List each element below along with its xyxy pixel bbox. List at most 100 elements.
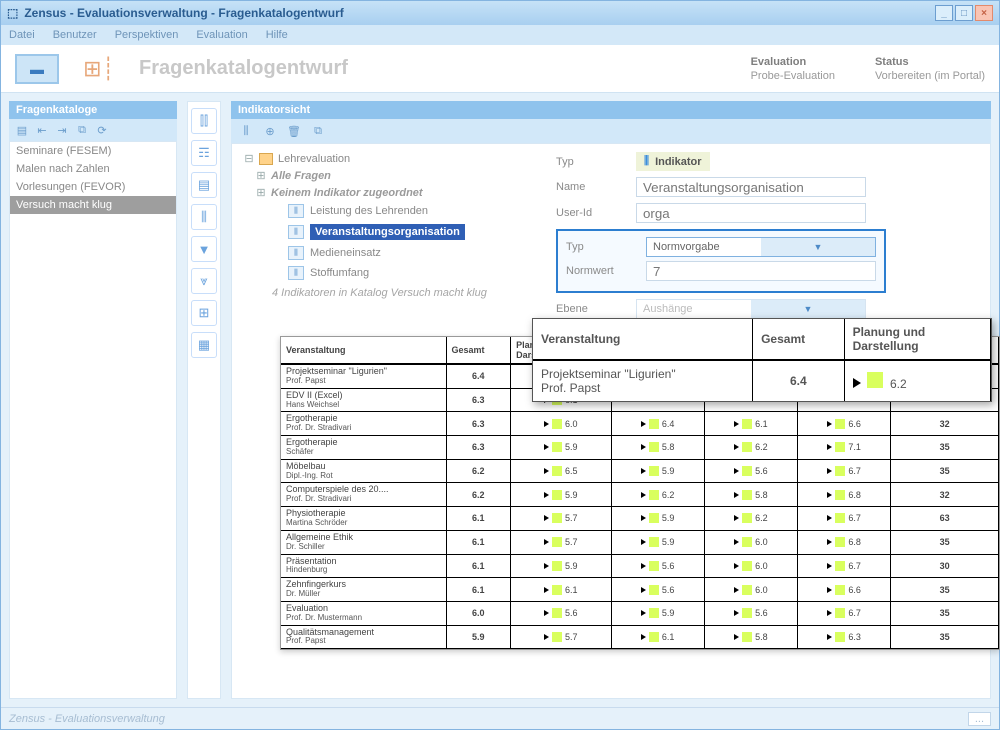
trend-arrow-icon bbox=[544, 421, 549, 427]
tree-group-none[interactable]: ⊞ Keinem Indikator zugeordnet bbox=[240, 184, 534, 201]
indicator-icon: ⫼ bbox=[288, 225, 304, 239]
strip-chart-icon[interactable]: ⫼ bbox=[191, 204, 217, 230]
table-hdr: Veranstaltung bbox=[281, 337, 446, 364]
expand-icon[interactable]: ⊞ bbox=[256, 169, 266, 182]
trend-arrow-icon bbox=[734, 610, 739, 616]
statusbar: Zensus - Evaluationsverwaltung ... bbox=[1, 707, 999, 729]
new-icon[interactable]: ▤ bbox=[15, 123, 29, 137]
color-square-icon bbox=[649, 632, 659, 642]
form-normwert-label: Normwert bbox=[566, 265, 636, 277]
catalog-item[interactable]: Vorlesungen (FEVOR) bbox=[10, 178, 176, 196]
strip-slider-icon[interactable]: ⫿⫿ bbox=[191, 108, 217, 134]
color-square-icon bbox=[552, 419, 562, 429]
strip-grid-icon[interactable]: ▦ bbox=[191, 332, 217, 358]
meta-status-value: Vorbereiten (im Portal) bbox=[875, 70, 985, 82]
trend-arrow-icon bbox=[827, 421, 832, 427]
indicator-delete-icon[interactable]: 🗑 bbox=[287, 124, 301, 138]
color-square-icon bbox=[835, 419, 845, 429]
tree-indicator-item[interactable]: ⫼Medieneinsatz bbox=[240, 243, 534, 263]
expand-icon[interactable]: ⊞ bbox=[256, 186, 266, 199]
trend-arrow-icon bbox=[734, 444, 739, 450]
table-row: Computerspiele des 20....Prof. Dr. Strad… bbox=[281, 483, 999, 507]
catalog-item[interactable]: Seminare (FESEM) bbox=[10, 142, 176, 160]
color-square-icon bbox=[649, 490, 659, 500]
report-highlight-row: Veranstaltung Gesamt Planung und Darstel… bbox=[532, 318, 992, 402]
menu-hilfe[interactable]: Hilfe bbox=[266, 29, 288, 41]
close-button[interactable]: × bbox=[975, 5, 993, 21]
tree-indicator-item[interactable]: ⫼Veranstaltungsorganisation bbox=[240, 221, 534, 243]
color-square-icon bbox=[649, 608, 659, 618]
meta-evaluation-label: Evaluation bbox=[751, 56, 835, 68]
trend-arrow-icon bbox=[641, 468, 646, 474]
refresh-icon[interactable]: ⟳ bbox=[95, 123, 109, 137]
app-icon: ⬚ bbox=[7, 6, 18, 20]
trend-arrow-icon bbox=[827, 563, 832, 569]
trend-arrow-icon bbox=[641, 515, 646, 521]
trend-arrow-icon bbox=[734, 539, 739, 545]
menu-datei[interactable]: Datei bbox=[9, 29, 35, 41]
tree-indicator-item[interactable]: ⫼Stoffumfang bbox=[240, 263, 534, 283]
color-square-icon bbox=[742, 608, 752, 618]
tree-group-all[interactable]: ⊞ Alle Fragen bbox=[240, 167, 534, 184]
indicator-chart-icon[interactable]: ⫼ bbox=[239, 124, 253, 138]
normwert-input[interactable] bbox=[646, 261, 876, 281]
color-square-icon bbox=[552, 585, 562, 595]
collapse-icon[interactable]: ⊟ bbox=[244, 152, 254, 165]
trend-arrow-icon bbox=[827, 468, 832, 474]
userid-input[interactable] bbox=[636, 203, 866, 223]
indicator-add-icon[interactable]: ⊕ bbox=[263, 124, 277, 138]
menu-evaluation[interactable]: Evaluation bbox=[196, 29, 247, 41]
chevron-down-icon[interactable]: ▼ bbox=[761, 238, 875, 256]
trend-arrow-icon bbox=[544, 492, 549, 498]
color-square-icon bbox=[835, 490, 845, 500]
strip-qr-icon[interactable]: ⊞ bbox=[191, 300, 217, 326]
strip-doc-icon[interactable]: ▤ bbox=[191, 172, 217, 198]
color-square-icon bbox=[649, 537, 659, 547]
table-hdr: Gesamt bbox=[446, 337, 511, 364]
trend-arrow-icon bbox=[734, 468, 739, 474]
color-square-icon bbox=[649, 419, 659, 429]
view-strip: ⫿⫿ ☶ ▤ ⫼ ▼ ⩔ ⊞ ▦ bbox=[187, 101, 221, 699]
indicator-copy-icon[interactable]: ⧉ bbox=[311, 124, 325, 138]
menu-perspektiven[interactable]: Perspektiven bbox=[115, 29, 179, 41]
trend-arrow-icon bbox=[544, 587, 549, 593]
maximize-button[interactable]: □ bbox=[955, 5, 973, 21]
catalog-panel: Fragenkataloge ▤ ⇤ ⇥ ⧉ ⟳ Seminare (FESEM… bbox=[9, 101, 177, 699]
strip-form-icon[interactable]: ☶ bbox=[191, 140, 217, 166]
form-typ-label: Typ bbox=[556, 156, 626, 168]
trend-arrow-icon bbox=[853, 378, 861, 388]
form-ebene-label: Ebene bbox=[556, 303, 626, 315]
indicator-icon: ⫼ bbox=[288, 246, 304, 260]
indicator-panel-title: Indikatorsicht bbox=[231, 101, 991, 119]
import-icon[interactable]: ⇤ bbox=[35, 123, 49, 137]
color-square-icon bbox=[742, 419, 752, 429]
name-input[interactable] bbox=[636, 177, 866, 197]
form-name-label: Name bbox=[556, 181, 626, 193]
trend-arrow-icon bbox=[827, 587, 832, 593]
trend-arrow-icon bbox=[734, 492, 739, 498]
menu-benutzer[interactable]: Benutzer bbox=[53, 29, 97, 41]
typ2-combo[interactable]: Normvorgabe ▼ bbox=[646, 237, 876, 257]
tree-root[interactable]: ⊟ Lehrevaluation bbox=[240, 150, 534, 167]
strip-filter-icon[interactable]: ⩔ bbox=[191, 268, 217, 294]
perspective-icon[interactable]: ▬ bbox=[15, 54, 59, 84]
color-square-icon bbox=[742, 490, 752, 500]
catalog-item[interactable]: Malen nach Zahlen bbox=[10, 160, 176, 178]
catalog-item[interactable]: Versuch macht klug bbox=[10, 196, 176, 214]
table-row: MöbelbauDipl.-Ing. Rot6.26.55.95.66.735 bbox=[281, 459, 999, 483]
tree-indicator-item[interactable]: ⫼Leistung des Lehrenden bbox=[240, 201, 534, 221]
color-square-icon bbox=[552, 442, 562, 452]
color-square-icon bbox=[835, 632, 845, 642]
page-title: Fragenkatalogentwurf bbox=[139, 57, 741, 80]
strip-funnel-icon[interactable]: ▼ bbox=[191, 236, 217, 262]
bigrow-course: Projektseminar "Ligurien" Prof. Papst bbox=[533, 360, 753, 401]
color-square-icon bbox=[742, 513, 752, 523]
chevron-down-icon[interactable]: ▼ bbox=[751, 300, 865, 318]
color-square-icon bbox=[742, 442, 752, 452]
table-row: Allgemeine EthikDr. Schiller6.15.75.96.0… bbox=[281, 530, 999, 554]
export-icon[interactable]: ⇥ bbox=[55, 123, 69, 137]
ebene-combo[interactable]: Aushänge ▼ bbox=[636, 299, 866, 319]
minimize-button[interactable]: _ bbox=[935, 5, 953, 21]
status-menu-button[interactable]: ... bbox=[968, 712, 991, 726]
copy-icon[interactable]: ⧉ bbox=[75, 123, 89, 137]
